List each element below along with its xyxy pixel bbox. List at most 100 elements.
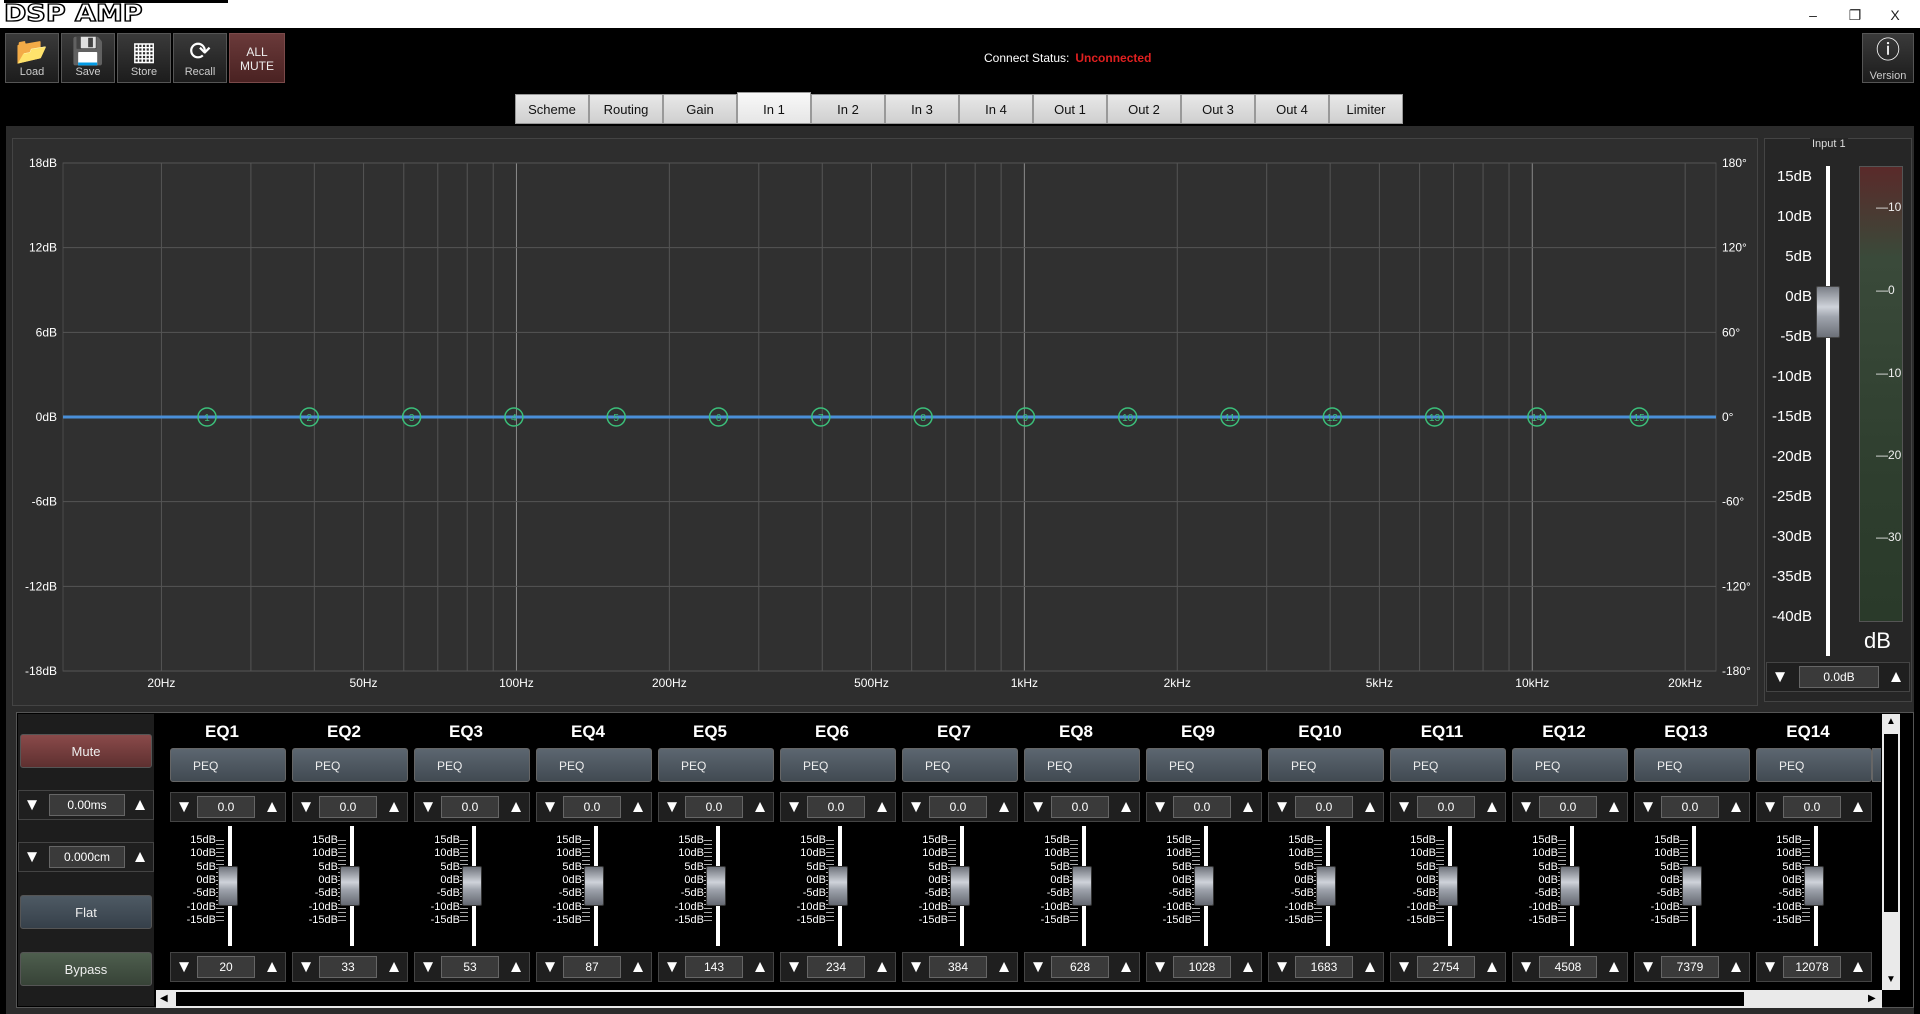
eq-gain-up-button[interactable]: ▲	[505, 793, 527, 821]
eq-filter-type-button[interactable]: PEQ	[1146, 748, 1262, 782]
tab-in-2[interactable]: In 2	[811, 94, 885, 124]
eq-gain-value[interactable]: 0.0	[1173, 796, 1231, 818]
delay-ms-value[interactable]: 0.00ms	[49, 794, 125, 816]
eq-freq-up-button[interactable]: ▲	[993, 953, 1015, 981]
load-button[interactable]: 📂 Load	[5, 33, 59, 83]
tab-out-3[interactable]: Out 3	[1181, 94, 1255, 124]
eq-gain-value[interactable]: 0.0	[929, 796, 987, 818]
eq-gain-up-button[interactable]: ▲	[871, 793, 893, 821]
eq-freq-value[interactable]: 143	[685, 956, 743, 978]
eq-freq-up-button[interactable]: ▲	[1847, 953, 1869, 981]
eq-gain-down-button[interactable]: ▼	[1515, 793, 1537, 821]
eq-gain-fader[interactable]	[462, 866, 482, 906]
eq-gain-down-button[interactable]: ▼	[1271, 793, 1293, 821]
eq-freq-up-button[interactable]: ▲	[1237, 953, 1259, 981]
eq-gain-up-button[interactable]: ▲	[261, 793, 283, 821]
version-button[interactable]: ⓘ Version	[1862, 33, 1914, 83]
eq-gain-fader[interactable]	[828, 866, 848, 906]
eq-gain-value[interactable]: 0.0	[441, 796, 499, 818]
eq-gain-fader[interactable]	[1560, 866, 1580, 906]
eq-gain-value[interactable]: 0.0	[1295, 796, 1353, 818]
eq-gain-fader[interactable]	[340, 866, 360, 906]
eq-freq-value[interactable]: 2754	[1417, 956, 1475, 978]
eq-freq-up-button[interactable]: ▲	[261, 953, 283, 981]
eq-gain-down-button[interactable]: ▼	[539, 793, 561, 821]
eq-freq-value[interactable]: 87	[563, 956, 621, 978]
eq-gain-up-button[interactable]: ▲	[1359, 793, 1381, 821]
eq-freq-up-button[interactable]: ▲	[1603, 953, 1625, 981]
eq-filter-type-button[interactable]: PEQ	[414, 748, 530, 782]
eq-gain-up-button[interactable]: ▲	[1725, 793, 1747, 821]
eq-gain-fader[interactable]	[950, 866, 970, 906]
tab-scheme[interactable]: Scheme	[515, 94, 589, 124]
tab-out-1[interactable]: Out 1	[1033, 94, 1107, 124]
eq-freq-up-button[interactable]: ▲	[749, 953, 771, 981]
eq-freq-down-button[interactable]: ▼	[905, 953, 927, 981]
eq-gain-up-button[interactable]: ▲	[1847, 793, 1869, 821]
eq-gain-value[interactable]: 0.0	[1783, 796, 1841, 818]
eq-gain-fader[interactable]	[584, 866, 604, 906]
eq-freq-down-button[interactable]: ▼	[417, 953, 439, 981]
eq-gain-fader[interactable]	[706, 866, 726, 906]
input-gain-down-button[interactable]: ▼	[1769, 663, 1791, 691]
eq-gain-fader[interactable]	[218, 866, 238, 906]
eq-filter-type-button[interactable]: PEQ	[536, 748, 652, 782]
eq-freq-down-button[interactable]: ▼	[173, 953, 195, 981]
tab-limiter[interactable]: Limiter	[1329, 94, 1403, 124]
eq-freq-value[interactable]: 53	[441, 956, 499, 978]
tab-gain[interactable]: Gain	[663, 94, 737, 124]
eq-freq-down-button[interactable]: ▼	[1393, 953, 1415, 981]
eq-response-graph[interactable]: 18dB 180° 12dB 120° 6dB 60° 0dB 0° -6dB -60° -12dB…	[12, 138, 1758, 706]
eq-freq-down-button[interactable]: ▼	[1515, 953, 1537, 981]
eq-gain-value[interactable]: 0.0	[197, 796, 255, 818]
eq-freq-up-button[interactable]: ▲	[1481, 953, 1503, 981]
eq-freq-value[interactable]: 384	[929, 956, 987, 978]
eq-freq-up-button[interactable]: ▲	[1725, 953, 1747, 981]
eq-freq-down-button[interactable]: ▼	[295, 953, 317, 981]
eq-gain-up-button[interactable]: ▲	[627, 793, 649, 821]
eq-gain-up-button[interactable]: ▲	[749, 793, 771, 821]
eq-gain-value[interactable]: 0.0	[319, 796, 377, 818]
save-button[interactable]: 💾 Save	[61, 33, 115, 83]
input-gain-up-button[interactable]: ▲	[1885, 663, 1907, 691]
eq-freq-down-button[interactable]: ▼	[539, 953, 561, 981]
eq-freq-value[interactable]: 20	[197, 956, 255, 978]
scroll-left-arrow[interactable]: ◀	[160, 993, 168, 1004]
eq-freq-down-button[interactable]: ▼	[1271, 953, 1293, 981]
eq-gain-value[interactable]: 0.0	[685, 796, 743, 818]
delay-ms-up-button[interactable]: ▲	[129, 791, 151, 819]
eq-freq-down-button[interactable]: ▼	[783, 953, 805, 981]
eq-freq-value[interactable]: 7379	[1661, 956, 1719, 978]
eq-freq-up-button[interactable]: ▲	[1115, 953, 1137, 981]
eq-filter-type-button[interactable]: PEQ	[1634, 748, 1750, 782]
eq-gain-down-button[interactable]: ▼	[417, 793, 439, 821]
eq-gain-value[interactable]: 0.0	[1417, 796, 1475, 818]
scroll-up-arrow[interactable]: ▲	[1886, 716, 1896, 727]
tab-in-3[interactable]: In 3	[885, 94, 959, 124]
eq-freq-value[interactable]: 4508	[1539, 956, 1597, 978]
recall-button[interactable]: ⟳ Recall	[173, 33, 227, 83]
eq-filter-type-button[interactable]: PEQ	[902, 748, 1018, 782]
eq-filter-type-button[interactable]: PEQ	[1024, 748, 1140, 782]
eq-gain-up-button[interactable]: ▲	[383, 793, 405, 821]
scroll-down-arrow[interactable]: ▼	[1886, 974, 1896, 985]
eq-freq-up-button[interactable]: ▲	[1359, 953, 1381, 981]
restore-button[interactable]: ❐	[1840, 6, 1870, 24]
eq-freq-up-button[interactable]: ▲	[627, 953, 649, 981]
eq-gain-down-button[interactable]: ▼	[661, 793, 683, 821]
eq-gain-down-button[interactable]: ▼	[295, 793, 317, 821]
eq-freq-value[interactable]: 628	[1051, 956, 1109, 978]
eq-freq-value[interactable]: 1028	[1173, 956, 1231, 978]
eq-freq-value[interactable]: 234	[807, 956, 865, 978]
eq-freq-value[interactable]: 12078	[1783, 956, 1841, 978]
eq-freq-down-button[interactable]: ▼	[1759, 953, 1781, 981]
eq-gain-fader[interactable]	[1072, 866, 1092, 906]
eq-gain-up-button[interactable]: ▲	[1603, 793, 1625, 821]
tab-in-4[interactable]: In 4	[959, 94, 1033, 124]
eq-gain-value[interactable]: 0.0	[563, 796, 621, 818]
input-gain-value[interactable]: 0.0dB	[1799, 666, 1879, 688]
eq-gain-up-button[interactable]: ▲	[1115, 793, 1137, 821]
eq-gain-down-button[interactable]: ▼	[1393, 793, 1415, 821]
mute-button[interactable]: Mute	[20, 734, 152, 768]
delay-ms-down-button[interactable]: ▼	[21, 791, 43, 819]
